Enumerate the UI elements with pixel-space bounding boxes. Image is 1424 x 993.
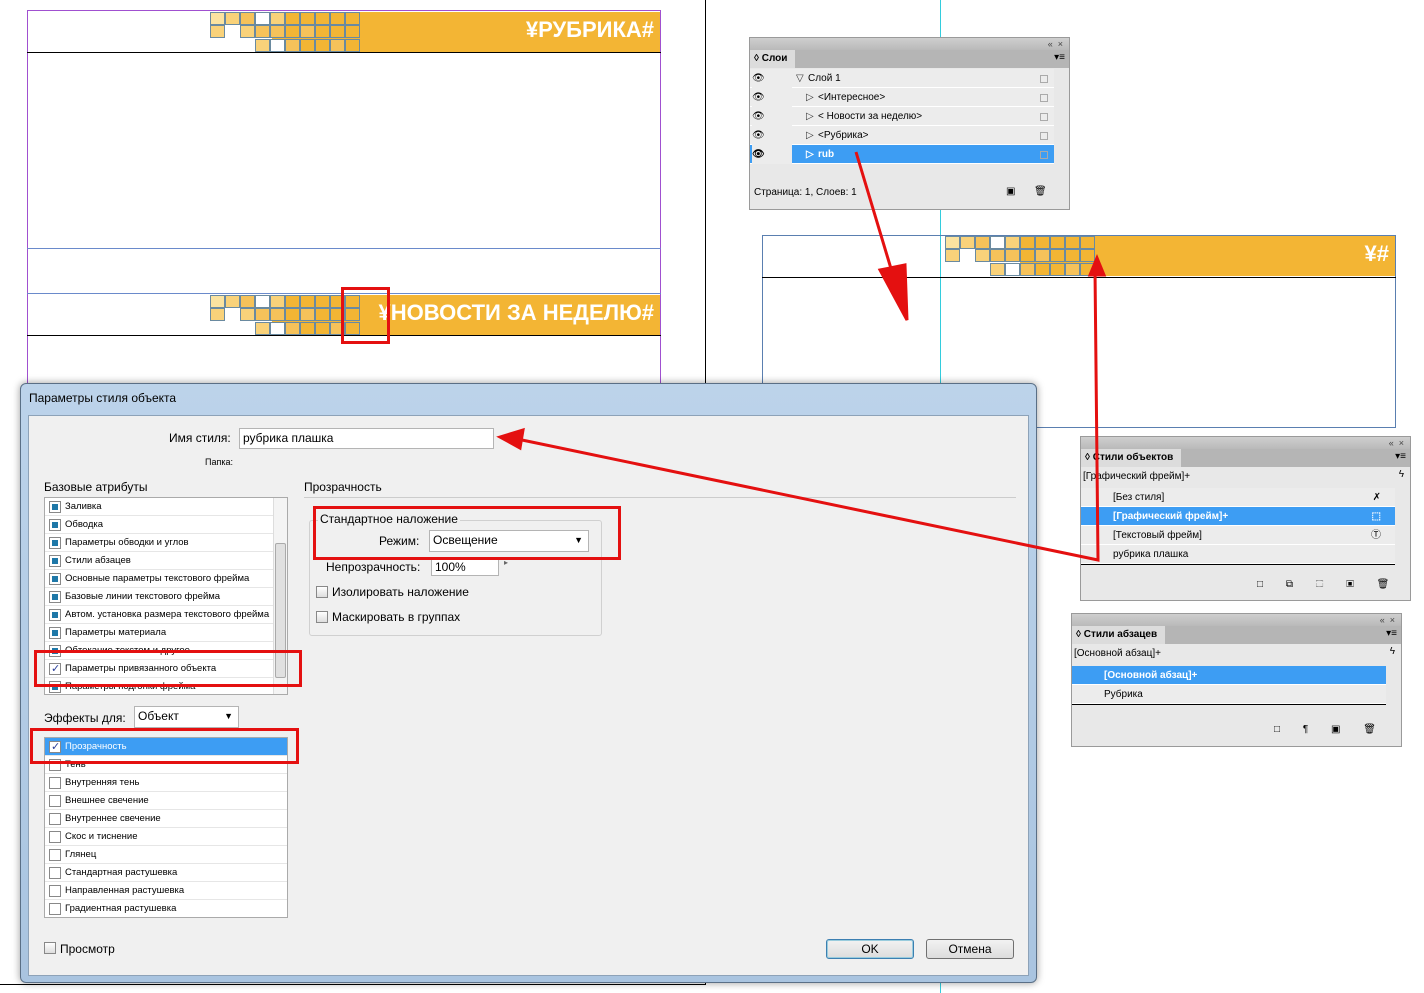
arrow-line bbox=[521, 269, 1100, 562]
annotation-arrows bbox=[496, 151, 1107, 562]
arrow-head bbox=[877, 263, 909, 321]
arrow-head bbox=[1087, 254, 1107, 277]
arrow-head bbox=[496, 427, 525, 451]
